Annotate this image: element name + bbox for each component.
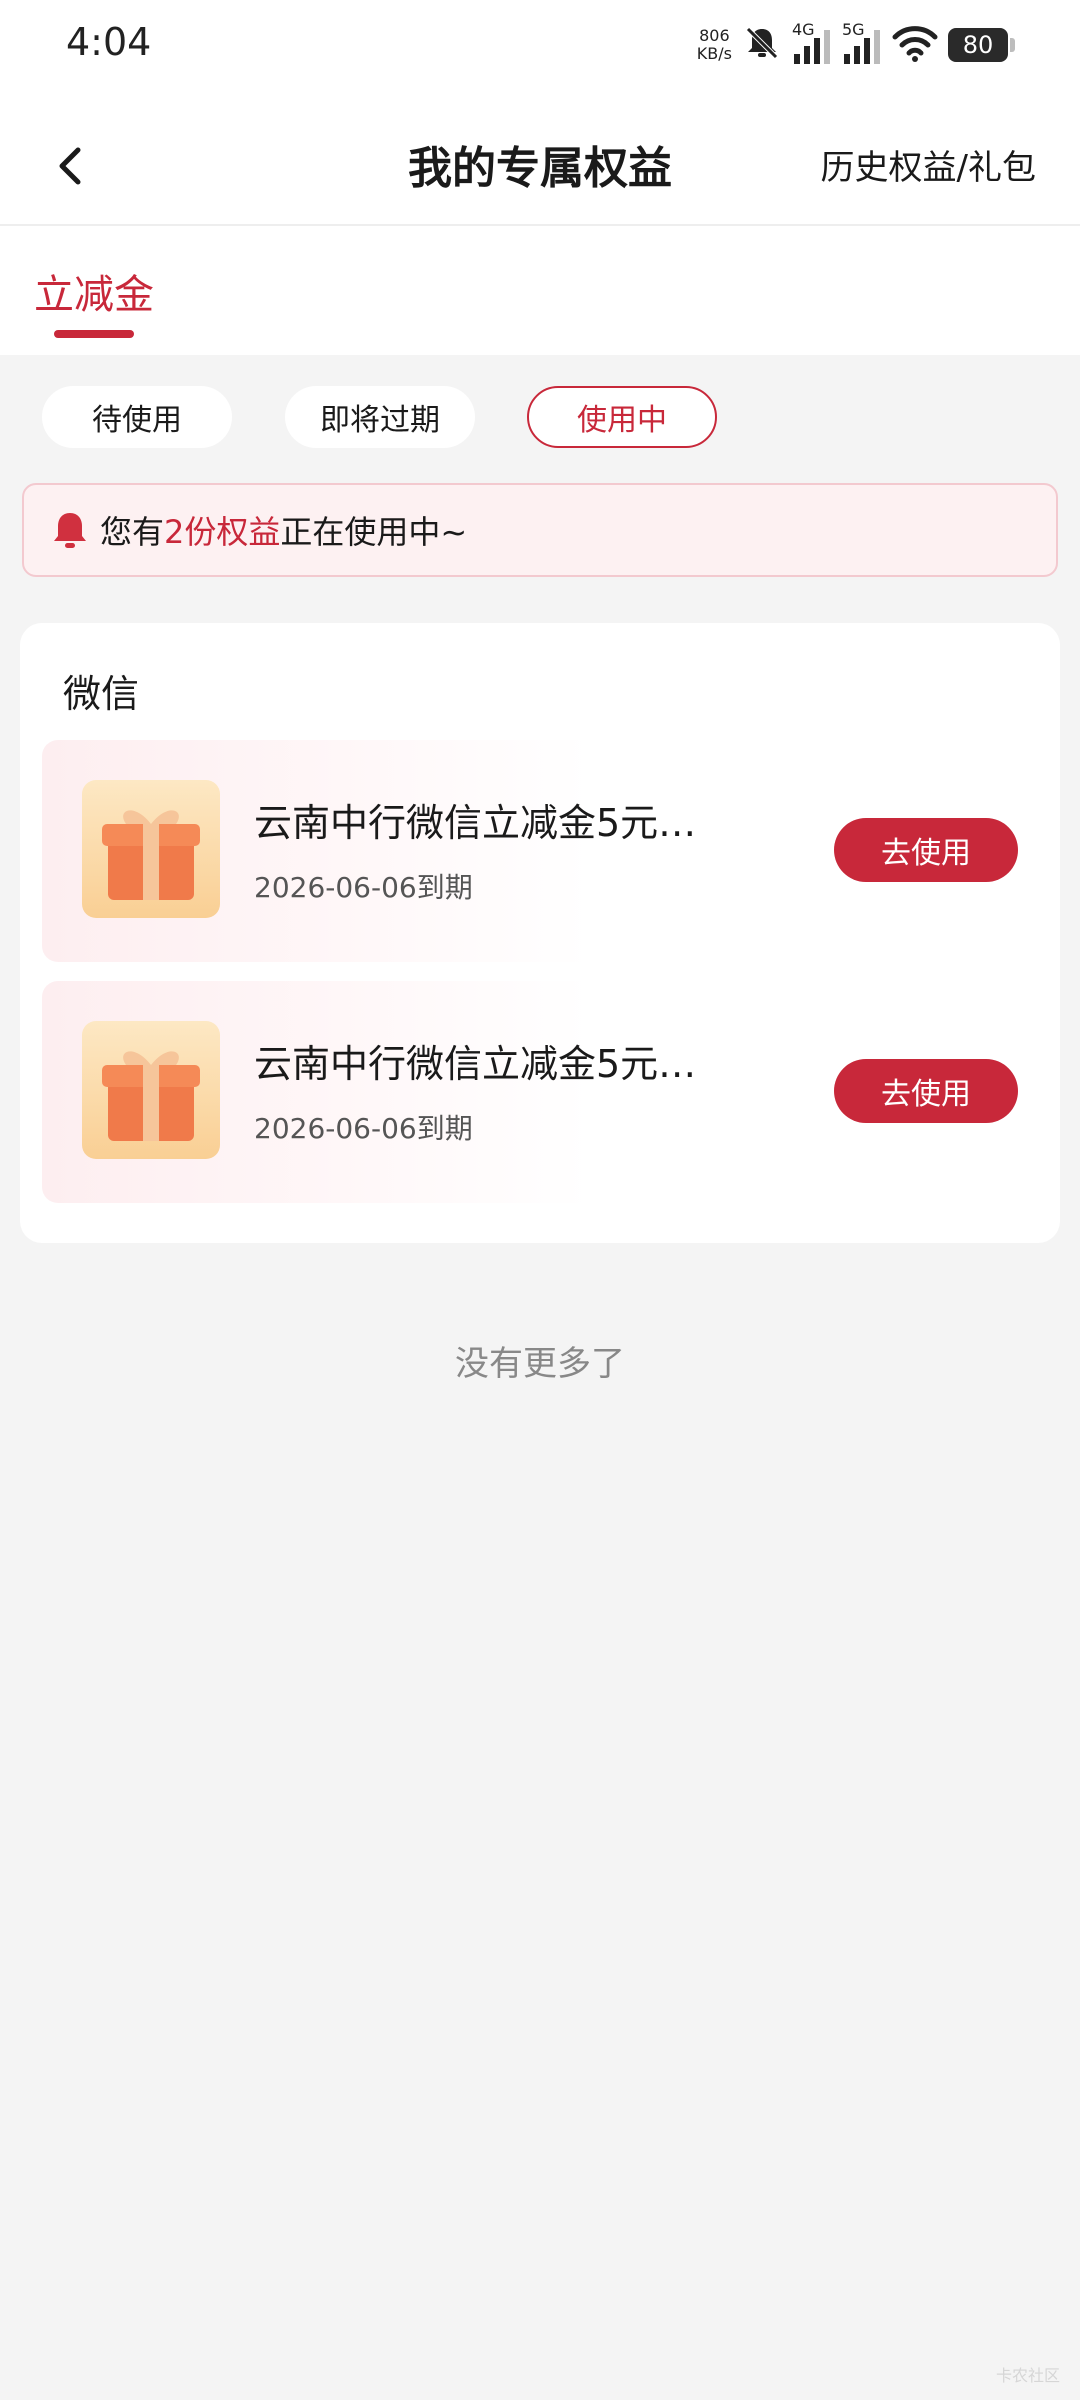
card-title: 微信: [63, 672, 140, 716]
signal-5g-label: 5G: [842, 20, 865, 39]
bell-icon: [50, 509, 90, 551]
status-bar: 4:04 806 KB/s 4G 5G 80: [0, 0, 1080, 90]
history-benefits-link[interactable]: 历史权益/礼包: [821, 140, 1036, 189]
network-speed: 806 KB/s: [697, 27, 732, 63]
mute-bell-icon: [742, 23, 782, 67]
header-area: 4:04 806 KB/s 4G 5G 80 我的专属权益 历史权益/礼包 立减…: [0, 0, 1080, 355]
no-more-text: 没有更多了: [455, 1344, 625, 1384]
wifi-icon: [892, 23, 938, 67]
item-expiry: 2026-06-06到期: [254, 1112, 473, 1145]
battery-indicator: 80: [948, 28, 1015, 62]
filter-expiring[interactable]: 即将过期: [285, 386, 475, 448]
item-expiry: 2026-06-06到期: [254, 871, 473, 904]
list-item: 云南中行微信立减金5元… 2026-06-06到期 去使用: [42, 740, 1038, 962]
tab-instant-discount[interactable]: 立减金: [34, 262, 154, 338]
tab-active-indicator: [54, 330, 134, 338]
gift-box-icon: [82, 780, 220, 918]
notice-bar: 您有 2份权益 正在使用中~: [22, 483, 1058, 577]
notice-prefix: 您有: [100, 513, 165, 551]
network-speed-unit: KB/s: [696, 44, 732, 63]
notice-highlight: 2份权益: [164, 513, 281, 551]
item-name: 云南中行微信立减金5元…: [254, 801, 697, 845]
use-button[interactable]: 去使用: [834, 818, 1018, 882]
gift-box-icon: [82, 1021, 220, 1159]
use-button[interactable]: 去使用: [834, 1059, 1018, 1123]
filter-in-use[interactable]: 使用中: [527, 386, 717, 448]
watermark: 卡农社区: [995, 2366, 1060, 2385]
filter-pending[interactable]: 待使用: [42, 386, 232, 448]
status-indicators: 806 KB/s 4G 5G 80: [697, 20, 1015, 68]
tab-label: 立减金: [34, 272, 154, 318]
item-name: 云南中行微信立减金5元…: [254, 1042, 697, 1086]
nav-divider: [0, 224, 1080, 226]
signal-5g: 5G: [842, 20, 882, 66]
network-speed-value: 806: [699, 26, 730, 45]
list-item: 云南中行微信立减金5元… 2026-06-06到期 去使用: [42, 981, 1038, 1203]
signal-4g-label: 4G: [792, 20, 815, 39]
benefit-card: 微信 云南中行微信立减金5元… 2026-06-06到期 去使用 云南中行微信立…: [20, 623, 1060, 1243]
signal-4g: 4G: [792, 20, 832, 66]
nav-bar: 我的专属权益 历史权益/礼包: [0, 110, 1080, 220]
status-time: 4:04: [66, 20, 152, 64]
notice-suffix: 正在使用中~: [280, 513, 468, 551]
